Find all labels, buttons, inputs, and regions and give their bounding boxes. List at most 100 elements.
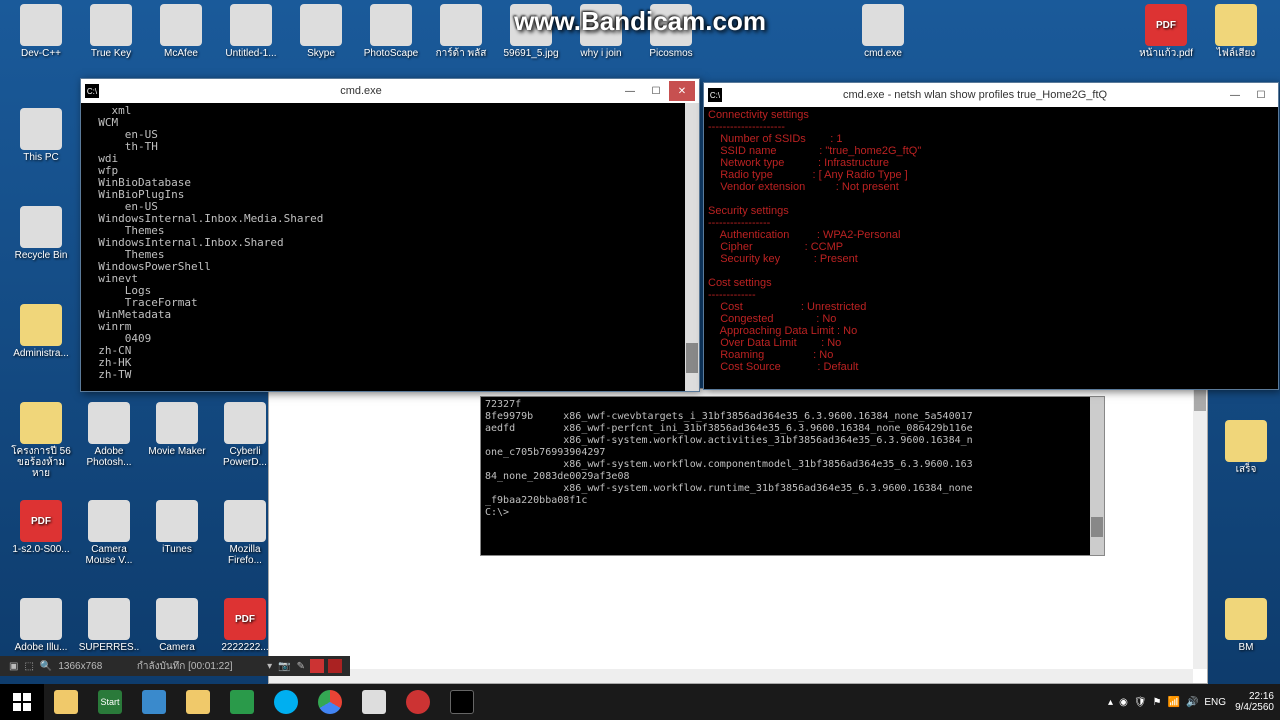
icon-label: 2222222... [214, 642, 276, 653]
maximize-button[interactable]: ☐ [1248, 85, 1274, 105]
pen-icon[interactable]: ✎ [297, 661, 305, 672]
tray-volume-icon[interactable]: 🔊 [1186, 697, 1198, 708]
desktop-icon[interactable]: cmd.exe [852, 4, 914, 59]
app-icon [20, 598, 62, 640]
desktop-icon[interactable]: Mozilla Firefo... [214, 500, 276, 566]
titlebar[interactable]: C:\ cmd.exe — ☐ ✕ [81, 79, 699, 103]
close-button[interactable]: ✕ [669, 81, 695, 101]
icon-label: เสร็จ [1215, 464, 1277, 475]
desktop-icon[interactable]: Camera [146, 598, 208, 653]
desktop-icon[interactable]: Untitled-1... [220, 4, 282, 59]
desktop-icon[interactable]: โครงการปี 56 ขอร้องห้ามหาย [10, 402, 72, 479]
desktop-icon[interactable]: Cyberli PowerD... [214, 402, 276, 468]
desktop-icon[interactable]: iTunes [146, 500, 208, 555]
desktop-icon[interactable]: True Key [80, 4, 142, 59]
desktop-icon[interactable]: Administra... [10, 304, 72, 359]
taskbar-store[interactable] [220, 684, 264, 720]
app-icon [20, 108, 62, 150]
app-icon [20, 304, 62, 346]
tray-up-icon[interactable]: ▴ [1108, 697, 1113, 708]
desktop-icon[interactable]: PDF1-s2.0-S00... [10, 500, 72, 555]
icon-label: McAfee [150, 48, 212, 59]
desktop-icon[interactable]: Movie Maker [146, 402, 208, 457]
app-icon [90, 4, 132, 46]
icon-label: ไฟล์เสียง [1205, 48, 1267, 59]
record-button[interactable] [310, 659, 324, 673]
icon-label: BM [1215, 642, 1277, 653]
icon-label: iTunes [146, 544, 208, 555]
app-icon [160, 4, 202, 46]
titlebar[interactable]: C:\ cmd.exe - netsh wlan show profiles t… [704, 83, 1278, 107]
taskbar-skype[interactable] [264, 684, 308, 720]
terminal-output[interactable]: xml WCM en-US th-TH wdi wfp WinBioDataba… [81, 103, 699, 391]
desktop-icon[interactable]: เสร็จ [1215, 420, 1277, 475]
desktop-icon[interactable]: Skype [290, 4, 352, 59]
terminal-output[interactable]: 72327f 8fe9979b x86_wwf-cwevbtargets_i_3… [481, 397, 1104, 555]
recorder-icon: ▣ [9, 661, 18, 672]
taskbar-cmd[interactable] [440, 684, 484, 720]
desktop-icon[interactable]: BM [1215, 598, 1277, 653]
desktop-icon[interactable]: PDFหน้าแก้ว.pdf [1135, 4, 1197, 59]
stop-button[interactable] [328, 659, 342, 673]
desktop-icon[interactable]: This PC [10, 108, 72, 163]
tray-flag-icon[interactable]: ⚑ [1153, 697, 1162, 708]
app-icon [20, 402, 62, 444]
desktop-icon[interactable]: Adobe Photosh... [78, 402, 140, 468]
app-icon [224, 402, 266, 444]
tray-bandicam-icon[interactable]: ◉ [1119, 697, 1128, 708]
terminal-output[interactable]: Connectivity settings ------------------… [704, 107, 1278, 389]
taskbar-ie[interactable] [132, 684, 176, 720]
system-tray[interactable]: ▴ ◉ 🛡 ⚑ 📶 🔊 ENG 22:16 9/4/2560 [1105, 691, 1280, 713]
icon-label: Recycle Bin [10, 250, 72, 261]
taskbar-file-explorer[interactable] [44, 684, 88, 720]
taskbar-start-tile[interactable]: Start [88, 684, 132, 720]
desktop-icon[interactable]: Recycle Bin [10, 206, 72, 261]
icon-label: โครงการปี 56 ขอร้องห้ามหาย [10, 446, 72, 479]
window-title: cmd.exe - netsh wlan show profiles true_… [728, 89, 1222, 101]
icon-label: why i join [570, 48, 632, 59]
camera-icon[interactable]: 📷 [278, 661, 290, 672]
app-icon: PDF [224, 598, 266, 640]
cmd-icon: C:\ [708, 88, 722, 102]
desktop-icon[interactable]: Dev-C++ [10, 4, 72, 59]
desktop-icon[interactable]: Adobe Illu... [10, 598, 72, 653]
tray-clock[interactable]: 22:16 9/4/2560 [1235, 691, 1274, 713]
tray-network-icon[interactable]: 📶 [1167, 697, 1179, 708]
app-icon [230, 4, 272, 46]
scrollbar[interactable] [685, 103, 699, 391]
taskbar-file-explorer-2[interactable] [176, 684, 220, 720]
taskbar-chrome[interactable] [308, 684, 352, 720]
icon-label: PhotoScape [360, 48, 422, 59]
icon-label: Camera [146, 642, 208, 653]
dropdown-icon[interactable]: ▾ [267, 661, 272, 672]
cmd-window-2[interactable]: C:\ cmd.exe - netsh wlan show profiles t… [703, 82, 1279, 390]
maximize-button[interactable]: ☐ [643, 81, 669, 101]
scrollbar[interactable] [1090, 397, 1104, 555]
icon-label: Adobe Illu... [10, 642, 72, 653]
desktop-icon[interactable]: ไฟล์เสียง [1205, 4, 1267, 59]
tray-lang[interactable]: ENG [1204, 697, 1226, 708]
taskbar-bandicam[interactable] [396, 684, 440, 720]
minimize-button[interactable]: — [1222, 85, 1248, 105]
minimize-button[interactable]: — [617, 81, 643, 101]
icon-label: cmd.exe [852, 48, 914, 59]
taskbar[interactable]: Start ▴ ◉ 🛡 ⚑ 📶 🔊 ENG 22:16 9/4/2560 [0, 684, 1280, 720]
app-icon [862, 4, 904, 46]
desktop-icon[interactable]: PDF 2222222... [214, 598, 276, 653]
desktop-icon[interactable]: SUPERRES... [78, 598, 140, 664]
desktop-icon[interactable]: การ์ด้า พลัส [430, 4, 492, 59]
magnify-icon: 🔍 [40, 661, 52, 672]
desktop-icon[interactable]: PhotoScape [360, 4, 422, 59]
desktop-icon[interactable]: McAfee [150, 4, 212, 59]
start-button[interactable] [0, 684, 44, 720]
resolution-label: 1366x768 [58, 661, 102, 672]
tray-shield-icon[interactable]: 🛡 [1134, 697, 1147, 708]
cmd-window-3[interactable]: 72327f 8fe9979b x86_wwf-cwevbtargets_i_3… [480, 396, 1105, 556]
icon-label: 59691_5.jpg [500, 48, 562, 59]
cmd-window-1[interactable]: C:\ cmd.exe — ☐ ✕ xml WCM en-US th-TH wd… [80, 78, 700, 392]
taskbar-notepad[interactable] [352, 684, 396, 720]
bandicam-recording-bar[interactable]: ▣ ⬚ 🔍 1366x768 กำลังบันทึก [00:01:22] ▾ … [0, 656, 350, 676]
bandicam-watermark: www.Bandicam.com [514, 6, 766, 37]
app-icon [1215, 4, 1257, 46]
desktop-icon[interactable]: Camera Mouse V... [78, 500, 140, 566]
